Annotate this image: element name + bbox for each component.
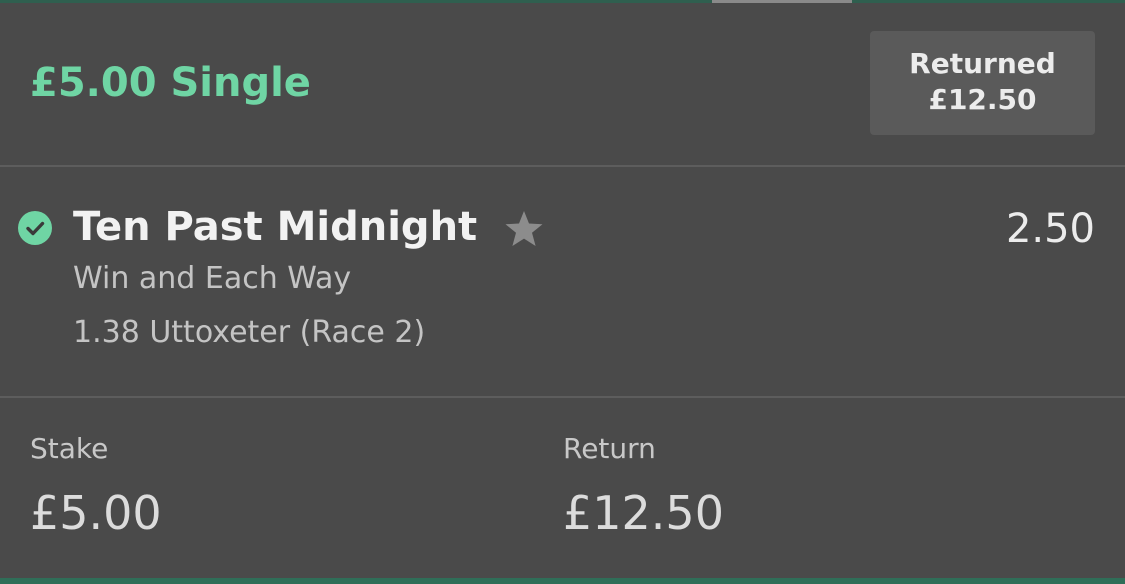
returned-badge: Returned £12.50 bbox=[870, 31, 1095, 135]
bottom-edge bbox=[0, 578, 1125, 584]
returned-amount: £12.50 bbox=[928, 83, 1037, 116]
return-value: £12.50 bbox=[563, 486, 724, 540]
returned-label: Returned bbox=[909, 47, 1056, 80]
star-icon[interactable] bbox=[503, 208, 545, 250]
selection-odds: 2.50 bbox=[1005, 206, 1095, 252]
selection-name: Ten Past Midnight bbox=[73, 204, 478, 250]
stake-value: £5.00 bbox=[30, 486, 162, 540]
selection-row[interactable]: Ten Past Midnight 2.50 Win and Each Way … bbox=[0, 167, 1125, 396]
market-name: Win and Each Way bbox=[73, 261, 352, 296]
check-circle-icon bbox=[18, 211, 52, 245]
bet-summary: Stake £5.00 Return £12.50 bbox=[0, 398, 1125, 578]
event-name: 1.38 Uttoxeter (Race 2) bbox=[73, 315, 426, 350]
bet-header: £5.00 Single Returned £12.50 bbox=[0, 3, 1125, 165]
stake-label: Stake bbox=[30, 432, 109, 465]
return-label: Return bbox=[563, 432, 656, 465]
bet-title: £5.00 Single bbox=[30, 60, 311, 106]
